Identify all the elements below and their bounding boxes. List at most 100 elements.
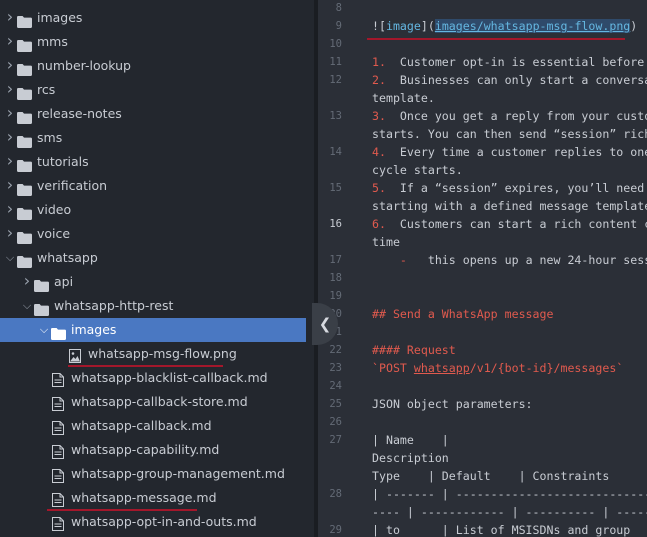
folder-icon — [17, 252, 32, 268]
code-token: template. — [372, 91, 435, 105]
code-token: ![ — [372, 19, 386, 33]
code-token: whatsapp — [413, 361, 470, 375]
tree-folder-number-lookup[interactable]: › number-lookup — [0, 54, 306, 78]
tree-item-label: whatsapp-callback-store.md — [71, 394, 248, 409]
tree-item-label: whatsapp — [37, 250, 98, 265]
tree-folder-voice[interactable]: › voice — [0, 222, 306, 246]
tree-item-label: images — [71, 322, 117, 337]
file-tree-sidebar: › images › mms › number-lookup › rcs › release-no… — [0, 0, 314, 537]
folder-icon — [34, 276, 49, 292]
tree-folder-images[interactable]: › images — [0, 6, 306, 30]
tree-folder-api[interactable]: › api — [0, 270, 306, 294]
code-token: 6. — [372, 217, 386, 231]
code-token: JSON object parameters: — [372, 397, 533, 411]
tree-file-whatsapp-blacklist-callback-md[interactable]: whatsapp-blacklist-callback.md — [0, 366, 306, 390]
folder-icon — [17, 108, 32, 124]
markdown-file-icon — [52, 443, 64, 459]
tree-file-whatsapp-callback-md[interactable]: whatsapp-callback.md — [0, 414, 306, 438]
markdown-file-icon — [52, 395, 64, 411]
markdown-file-icon — [52, 491, 64, 507]
folder-icon — [17, 156, 32, 172]
editor-line: 1. Customer opt-in is essential before s… — [372, 53, 647, 71]
tree-folder-mms[interactable]: › mms — [0, 30, 306, 54]
editor-line: ---- | ------------ | ---------- | -----… — [372, 503, 647, 521]
markdown-editor[interactable]: 8910111213141516171819202122232425262728… — [318, 0, 647, 537]
line-number: 25 — [329, 398, 342, 410]
chevron-down-icon[interactable]: ⌵ — [37, 318, 51, 342]
folder-icon — [17, 60, 32, 76]
editor-line: ## Send a WhatsApp message — [372, 305, 553, 323]
folder-icon — [34, 300, 49, 316]
tree-folder-sms[interactable]: › sms — [0, 126, 306, 150]
tree-item-label: rcs — [37, 82, 56, 97]
chevron-right-icon[interactable]: › — [3, 174, 17, 198]
tree-folder-whatsapp-http-rest[interactable]: ⌵ whatsapp-http-rest — [0, 294, 306, 318]
chevron-right-icon[interactable]: › — [3, 126, 17, 150]
chevron-right-icon[interactable]: › — [20, 270, 34, 294]
chevron-right-icon[interactable]: › — [3, 102, 17, 126]
tree-folder-images[interactable]: ⌵ images — [0, 318, 306, 342]
tree-item-label: verification — [37, 178, 108, 193]
tree-file-whatsapp-callback-store-md[interactable]: whatsapp-callback-store.md — [0, 390, 306, 414]
code-token: | ------- | ----------------------------… — [372, 487, 647, 501]
code-token: /v1/{bot-id}/messages` — [469, 361, 624, 375]
code-token: Customer opt-in is essential before se — [385, 55, 647, 69]
tree-item-label: whatsapp-opt-in-and-outs.md — [71, 514, 257, 529]
folder-icon — [17, 180, 32, 196]
tree-folder-release-notes[interactable]: › release-notes — [0, 102, 306, 126]
tree-file-whatsapp-msg-flow-png[interactable]: whatsapp-msg-flow.png — [0, 342, 306, 366]
tree-file-whatsapp-message-md[interactable]: whatsapp-message.md — [0, 486, 306, 510]
annotation-underline — [367, 38, 625, 40]
editor-line: JSON object parameters: — [372, 395, 533, 413]
tree-item-label: whatsapp-blacklist-callback.md — [71, 370, 268, 385]
editor-line: 6. Customers can start a rich content co… — [372, 215, 647, 233]
line-number: 8 — [335, 2, 342, 14]
line-number: 18 — [329, 272, 342, 284]
chevron-right-icon[interactable]: › — [3, 222, 17, 246]
chevron-down-icon[interactable]: ⌵ — [20, 294, 34, 318]
chevron-right-icon[interactable]: › — [3, 78, 17, 102]
editor-line: 4. Every time a customer replies to one … — [372, 143, 647, 161]
tree-folder-whatsapp[interactable]: ⌵ whatsapp — [0, 246, 306, 270]
tree-folder-verification[interactable]: › verification — [0, 174, 306, 198]
tree-item-label: video — [37, 202, 72, 217]
chevron-right-icon[interactable]: › — [3, 198, 17, 222]
tree-item-label: voice — [37, 226, 71, 241]
tree-file-whatsapp-opt-in-and-outs-md[interactable]: whatsapp-opt-in-and-outs.md — [0, 510, 306, 534]
markdown-file-icon — [52, 467, 64, 483]
code-token: `POST — [372, 361, 414, 375]
chevron-right-icon[interactable]: › — [3, 6, 17, 30]
line-number: 28 — [329, 488, 342, 500]
tree-item-label: whatsapp-capability.md — [71, 442, 220, 457]
code-token: | Name | — [372, 433, 449, 447]
chevron-right-icon[interactable]: › — [3, 150, 17, 174]
tree-folder-rcs[interactable]: › rcs — [0, 78, 306, 102]
code-token: ]( — [420, 19, 435, 33]
code-token: ---- | ------------ | ---------- | -----… — [372, 505, 647, 519]
folder-icon — [17, 36, 32, 52]
line-number: 24 — [329, 380, 342, 392]
folder-icon — [51, 324, 66, 340]
folder-icon — [17, 12, 32, 28]
tree-item-label: api — [54, 274, 74, 289]
tree-folder-video[interactable]: › video — [0, 198, 306, 222]
chevron-down-icon[interactable]: ⌵ — [3, 246, 17, 270]
chevron-left-icon: ❮ — [318, 315, 332, 333]
editor-line: 5. If a “session” expires, you’ll need t… — [372, 179, 647, 197]
tree-folder-tutorials[interactable]: › tutorials — [0, 150, 306, 174]
tree-file-whatsapp-capability-md[interactable]: whatsapp-capability.md — [0, 438, 306, 462]
chevron-right-icon[interactable]: › — [3, 54, 17, 78]
code-token: cycle starts. — [372, 163, 463, 177]
markdown-link-url[interactable]: images/whatsapp-msg-flow.png — [434, 19, 631, 33]
markdown-file-icon — [52, 371, 64, 387]
chevron-right-icon[interactable]: › — [3, 30, 17, 54]
editor-line: time — [372, 233, 400, 251]
code-token: Every time a customer replies to one c — [385, 145, 647, 159]
tree-file-whatsapp-group-management-md[interactable]: whatsapp-group-management.md — [0, 462, 306, 486]
tree-item-label: whatsapp-http-rest — [54, 298, 174, 313]
code-token: ## Send a WhatsApp message — [372, 307, 554, 321]
editor-line: Description — [372, 449, 449, 467]
editor-line: cycle starts. — [372, 161, 463, 179]
line-number-gutter: 8910111213141516171819202122232425262728… — [318, 0, 356, 537]
line-number: 15 — [329, 182, 342, 194]
